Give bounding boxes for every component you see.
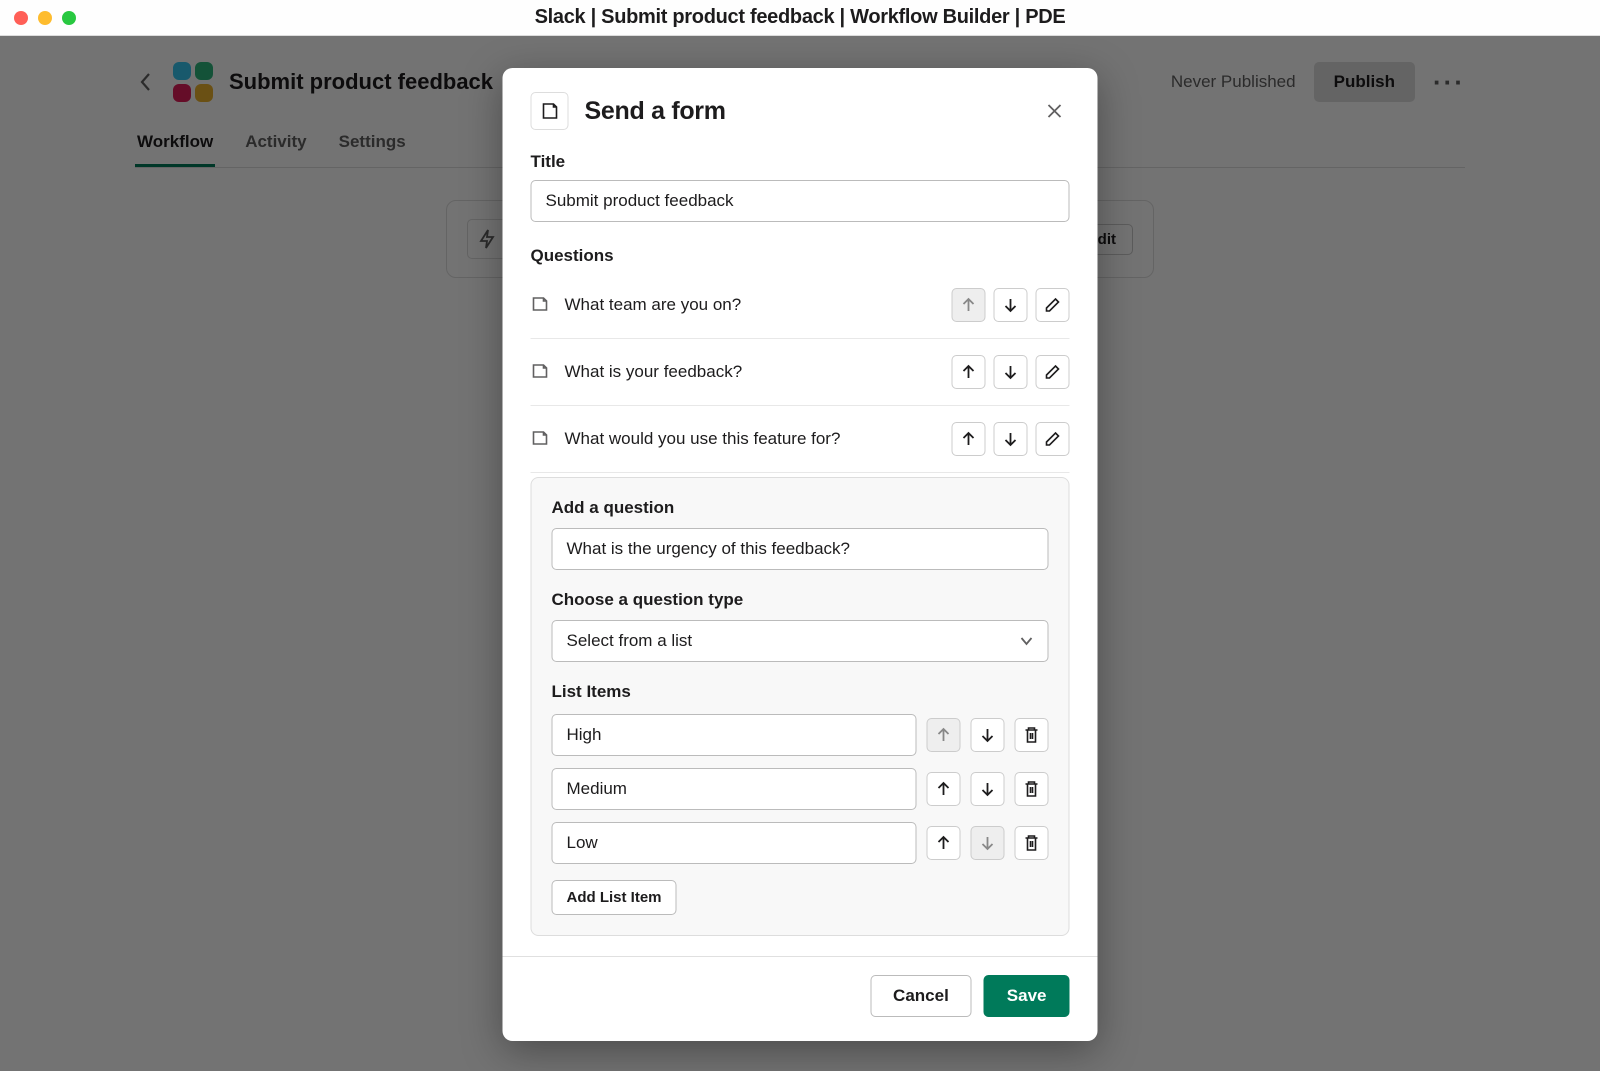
window-title: Slack | Submit product feedback | Workfl… [535, 6, 1066, 29]
add-question-heading: Add a question [552, 498, 1049, 518]
arrow-down-icon [1004, 431, 1018, 447]
move-up-button[interactable] [952, 288, 986, 322]
close-button[interactable] [1040, 96, 1070, 126]
zoom-window-button[interactable] [62, 11, 76, 25]
close-window-button[interactable] [14, 11, 28, 25]
arrow-up-icon [962, 364, 976, 380]
question-icon [531, 362, 551, 382]
question-icon [531, 429, 551, 449]
add-question-panel: Add a question Choose a question type Se… [531, 477, 1070, 936]
pencil-icon [1045, 431, 1061, 447]
close-icon [1046, 102, 1064, 120]
question-icon [531, 295, 551, 315]
questions-section-label: Questions [531, 246, 1070, 266]
question-row: What would you use this feature for? [531, 406, 1070, 473]
arrow-up-icon [962, 431, 976, 447]
edit-question-button[interactable] [1036, 422, 1070, 456]
new-question-input[interactable] [552, 528, 1049, 570]
arrow-down-icon [981, 835, 995, 851]
traffic-lights [14, 11, 76, 25]
list-item-move-up-button[interactable] [927, 826, 961, 860]
title-field-label: Title [531, 152, 1070, 172]
list-item-move-up-button[interactable] [927, 718, 961, 752]
question-text: What is your feedback? [565, 362, 743, 382]
send-form-modal: Send a form Title Questions What team ar… [503, 68, 1098, 1041]
question-text: What would you use this feature for? [565, 429, 841, 449]
arrow-down-icon [1004, 297, 1018, 313]
list-item-move-down-button[interactable] [971, 772, 1005, 806]
list-item-move-down-button[interactable] [971, 718, 1005, 752]
edit-question-button[interactable] [1036, 288, 1070, 322]
arrow-up-icon [937, 781, 951, 797]
list-item-move-down-button[interactable] [971, 826, 1005, 860]
edit-question-button[interactable] [1036, 355, 1070, 389]
save-button[interactable]: Save [984, 975, 1070, 1017]
move-up-button[interactable] [952, 422, 986, 456]
pencil-icon [1045, 364, 1061, 380]
question-type-select[interactable]: Select from a list [552, 620, 1049, 662]
modal-title: Send a form [585, 97, 726, 126]
minimize-window-button[interactable] [38, 11, 52, 25]
question-row: What team are you on? [531, 272, 1070, 339]
move-down-button[interactable] [994, 422, 1028, 456]
question-row: What is your feedback? [531, 339, 1070, 406]
move-down-button[interactable] [994, 355, 1028, 389]
window-titlebar: Slack | Submit product feedback | Workfl… [0, 0, 1600, 36]
arrow-up-icon [937, 727, 951, 743]
trash-icon [1024, 834, 1040, 852]
arrow-down-icon [1004, 364, 1018, 380]
add-list-item-button[interactable]: Add List Item [552, 880, 677, 915]
trash-icon [1024, 726, 1040, 744]
trash-icon [1024, 780, 1040, 798]
form-title-input[interactable] [531, 180, 1070, 222]
list-items-label: List Items [552, 682, 1049, 702]
cancel-button[interactable]: Cancel [870, 975, 972, 1017]
question-type-label: Choose a question type [552, 590, 1049, 610]
move-down-button[interactable] [994, 288, 1028, 322]
list-item-delete-button[interactable] [1015, 718, 1049, 752]
arrow-down-icon [981, 781, 995, 797]
pencil-icon [1045, 297, 1061, 313]
list-item-input[interactable] [552, 714, 917, 756]
list-item-input[interactable] [552, 822, 917, 864]
list-item-input[interactable] [552, 768, 917, 810]
list-item-delete-button[interactable] [1015, 826, 1049, 860]
list-item-row [552, 714, 1049, 756]
list-item-move-up-button[interactable] [927, 772, 961, 806]
list-item-row [552, 768, 1049, 810]
move-up-button[interactable] [952, 355, 986, 389]
question-text: What team are you on? [565, 295, 742, 315]
arrow-down-icon [981, 727, 995, 743]
form-icon [531, 92, 569, 130]
chevron-down-icon [1020, 631, 1034, 651]
list-item-row [552, 822, 1049, 864]
list-item-delete-button[interactable] [1015, 772, 1049, 806]
modal-footer: Cancel Save [503, 956, 1098, 1041]
arrow-up-icon [962, 297, 976, 313]
arrow-up-icon [937, 835, 951, 851]
question-type-value: Select from a list [567, 631, 693, 651]
